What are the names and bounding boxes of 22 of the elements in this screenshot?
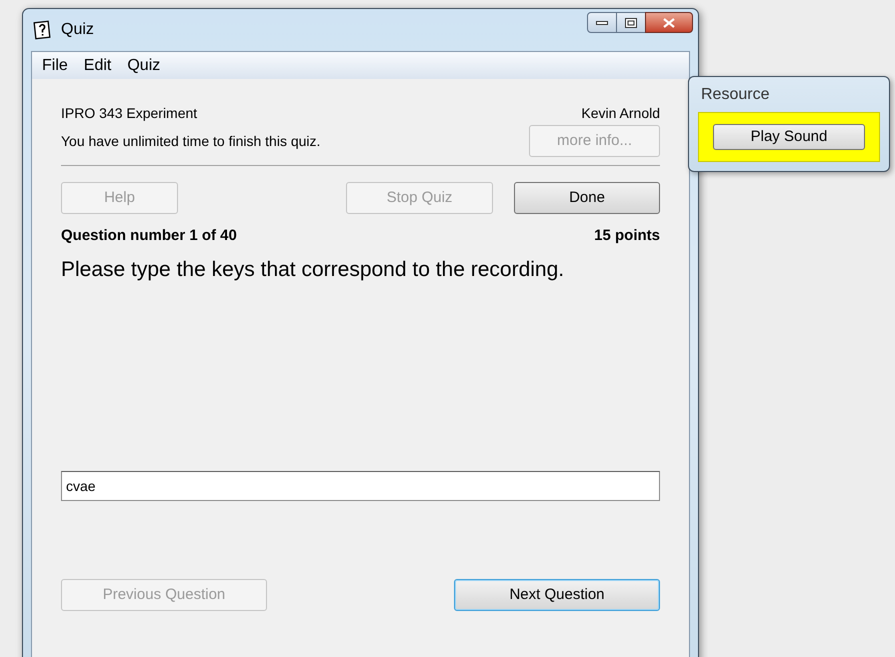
maximize-button[interactable] (617, 12, 645, 33)
quiz-name: IPRO 343 Experiment (61, 104, 198, 123)
points: 15 points (594, 226, 660, 246)
user-name: Kevin Arnold (581, 104, 660, 123)
play-sound-button[interactable]: Play Sound (713, 124, 865, 150)
maximize-icon (625, 18, 637, 28)
question-mark-icon (33, 20, 53, 40)
minimize-button[interactable] (587, 12, 617, 33)
close-button[interactable] (645, 12, 693, 33)
menu-item[interactable]: File (35, 54, 75, 78)
answer-field[interactable]: cvae (61, 471, 660, 501)
menu-item[interactable]: Edit (76, 54, 118, 78)
button[interactable]: Done (514, 182, 660, 214)
close-icon (663, 18, 675, 28)
question-number: Question number 1 of 40 (61, 226, 237, 246)
time-note: You have unlimited time to finish this quiz. (61, 132, 320, 151)
button[interactable]: Next Question (454, 579, 660, 611)
minimize-icon (596, 20, 608, 24)
menu-item[interactable]: Quiz (120, 54, 168, 78)
question-text: Please type the keys that correspond to the recording. (61, 256, 566, 282)
resource-title: Resource (701, 85, 770, 105)
window-title: Quiz (61, 20, 94, 40)
